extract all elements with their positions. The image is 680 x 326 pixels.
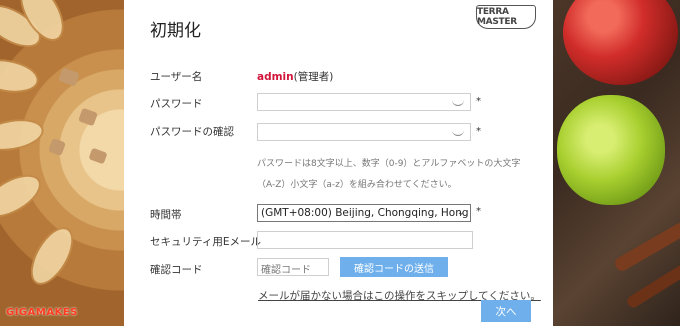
username-label: ユーザー名 bbox=[150, 71, 203, 83]
page-title: 初期化 bbox=[150, 21, 201, 41]
email-input[interactable] bbox=[257, 231, 473, 249]
username-value: admin(管理者) bbox=[257, 69, 333, 84]
timezone-select[interactable]: (GMT+08:00) Beijing, Chongqing, Hong Kon… bbox=[257, 204, 471, 222]
code-input[interactable]: 確認コード bbox=[257, 258, 329, 276]
brand-logo: TERRA MASTER bbox=[476, 5, 536, 29]
red-apple bbox=[563, 0, 678, 85]
required-mark: * bbox=[476, 96, 481, 107]
apple-chunk bbox=[78, 107, 98, 127]
code-label: 確認コード bbox=[150, 264, 203, 276]
tart-slice bbox=[22, 220, 82, 292]
required-mark: * bbox=[476, 206, 481, 217]
send-code-button[interactable]: 確認コードの送信 bbox=[340, 257, 448, 277]
apple-chunk bbox=[88, 147, 108, 165]
init-form-panel: 初期化 TERRA MASTER ユーザー名 admin(管理者) パスワード … bbox=[124, 0, 553, 326]
next-button[interactable]: 次へ bbox=[481, 300, 531, 322]
timezone-value: (GMT+08:00) Beijing, Chongqing, Hong Kon… bbox=[261, 207, 470, 219]
right-background-photo bbox=[553, 0, 680, 326]
eye-closed-icon[interactable] bbox=[452, 98, 464, 106]
required-mark: * bbox=[476, 126, 481, 137]
green-apple bbox=[557, 95, 665, 205]
chevron-down-icon: ⌄ bbox=[456, 207, 465, 218]
tart-slice bbox=[0, 54, 42, 98]
apple-chunk bbox=[48, 138, 66, 156]
password-label: パスワード bbox=[150, 98, 203, 110]
eye-closed-icon[interactable] bbox=[452, 128, 464, 136]
password-confirm-label: パスワードの確認 bbox=[150, 126, 234, 138]
username-role: (管理者) bbox=[293, 71, 334, 83]
password-hint-line2: （A-Z）小文字（a-z）を組み合わせてください。 bbox=[257, 180, 457, 190]
tart-slice bbox=[0, 114, 47, 156]
watermark: GIGAMAKES bbox=[6, 307, 78, 318]
password-hint-line1: パスワードは8文字以上、数字（0-9）とアルファベットの大文字 bbox=[257, 159, 521, 169]
left-background-photo: GIGAMAKES bbox=[0, 0, 124, 326]
cinnamon-stick bbox=[625, 262, 680, 310]
timezone-label: 時間帯 bbox=[150, 209, 182, 221]
cinnamon-stick bbox=[612, 220, 680, 274]
tart-slice bbox=[0, 166, 48, 226]
apple-chunk bbox=[58, 67, 80, 87]
password-confirm-input[interactable] bbox=[257, 123, 471, 141]
email-label: セキュリティ用Eメール bbox=[150, 236, 262, 248]
password-input[interactable] bbox=[257, 93, 471, 111]
username-name: admin bbox=[257, 71, 294, 83]
